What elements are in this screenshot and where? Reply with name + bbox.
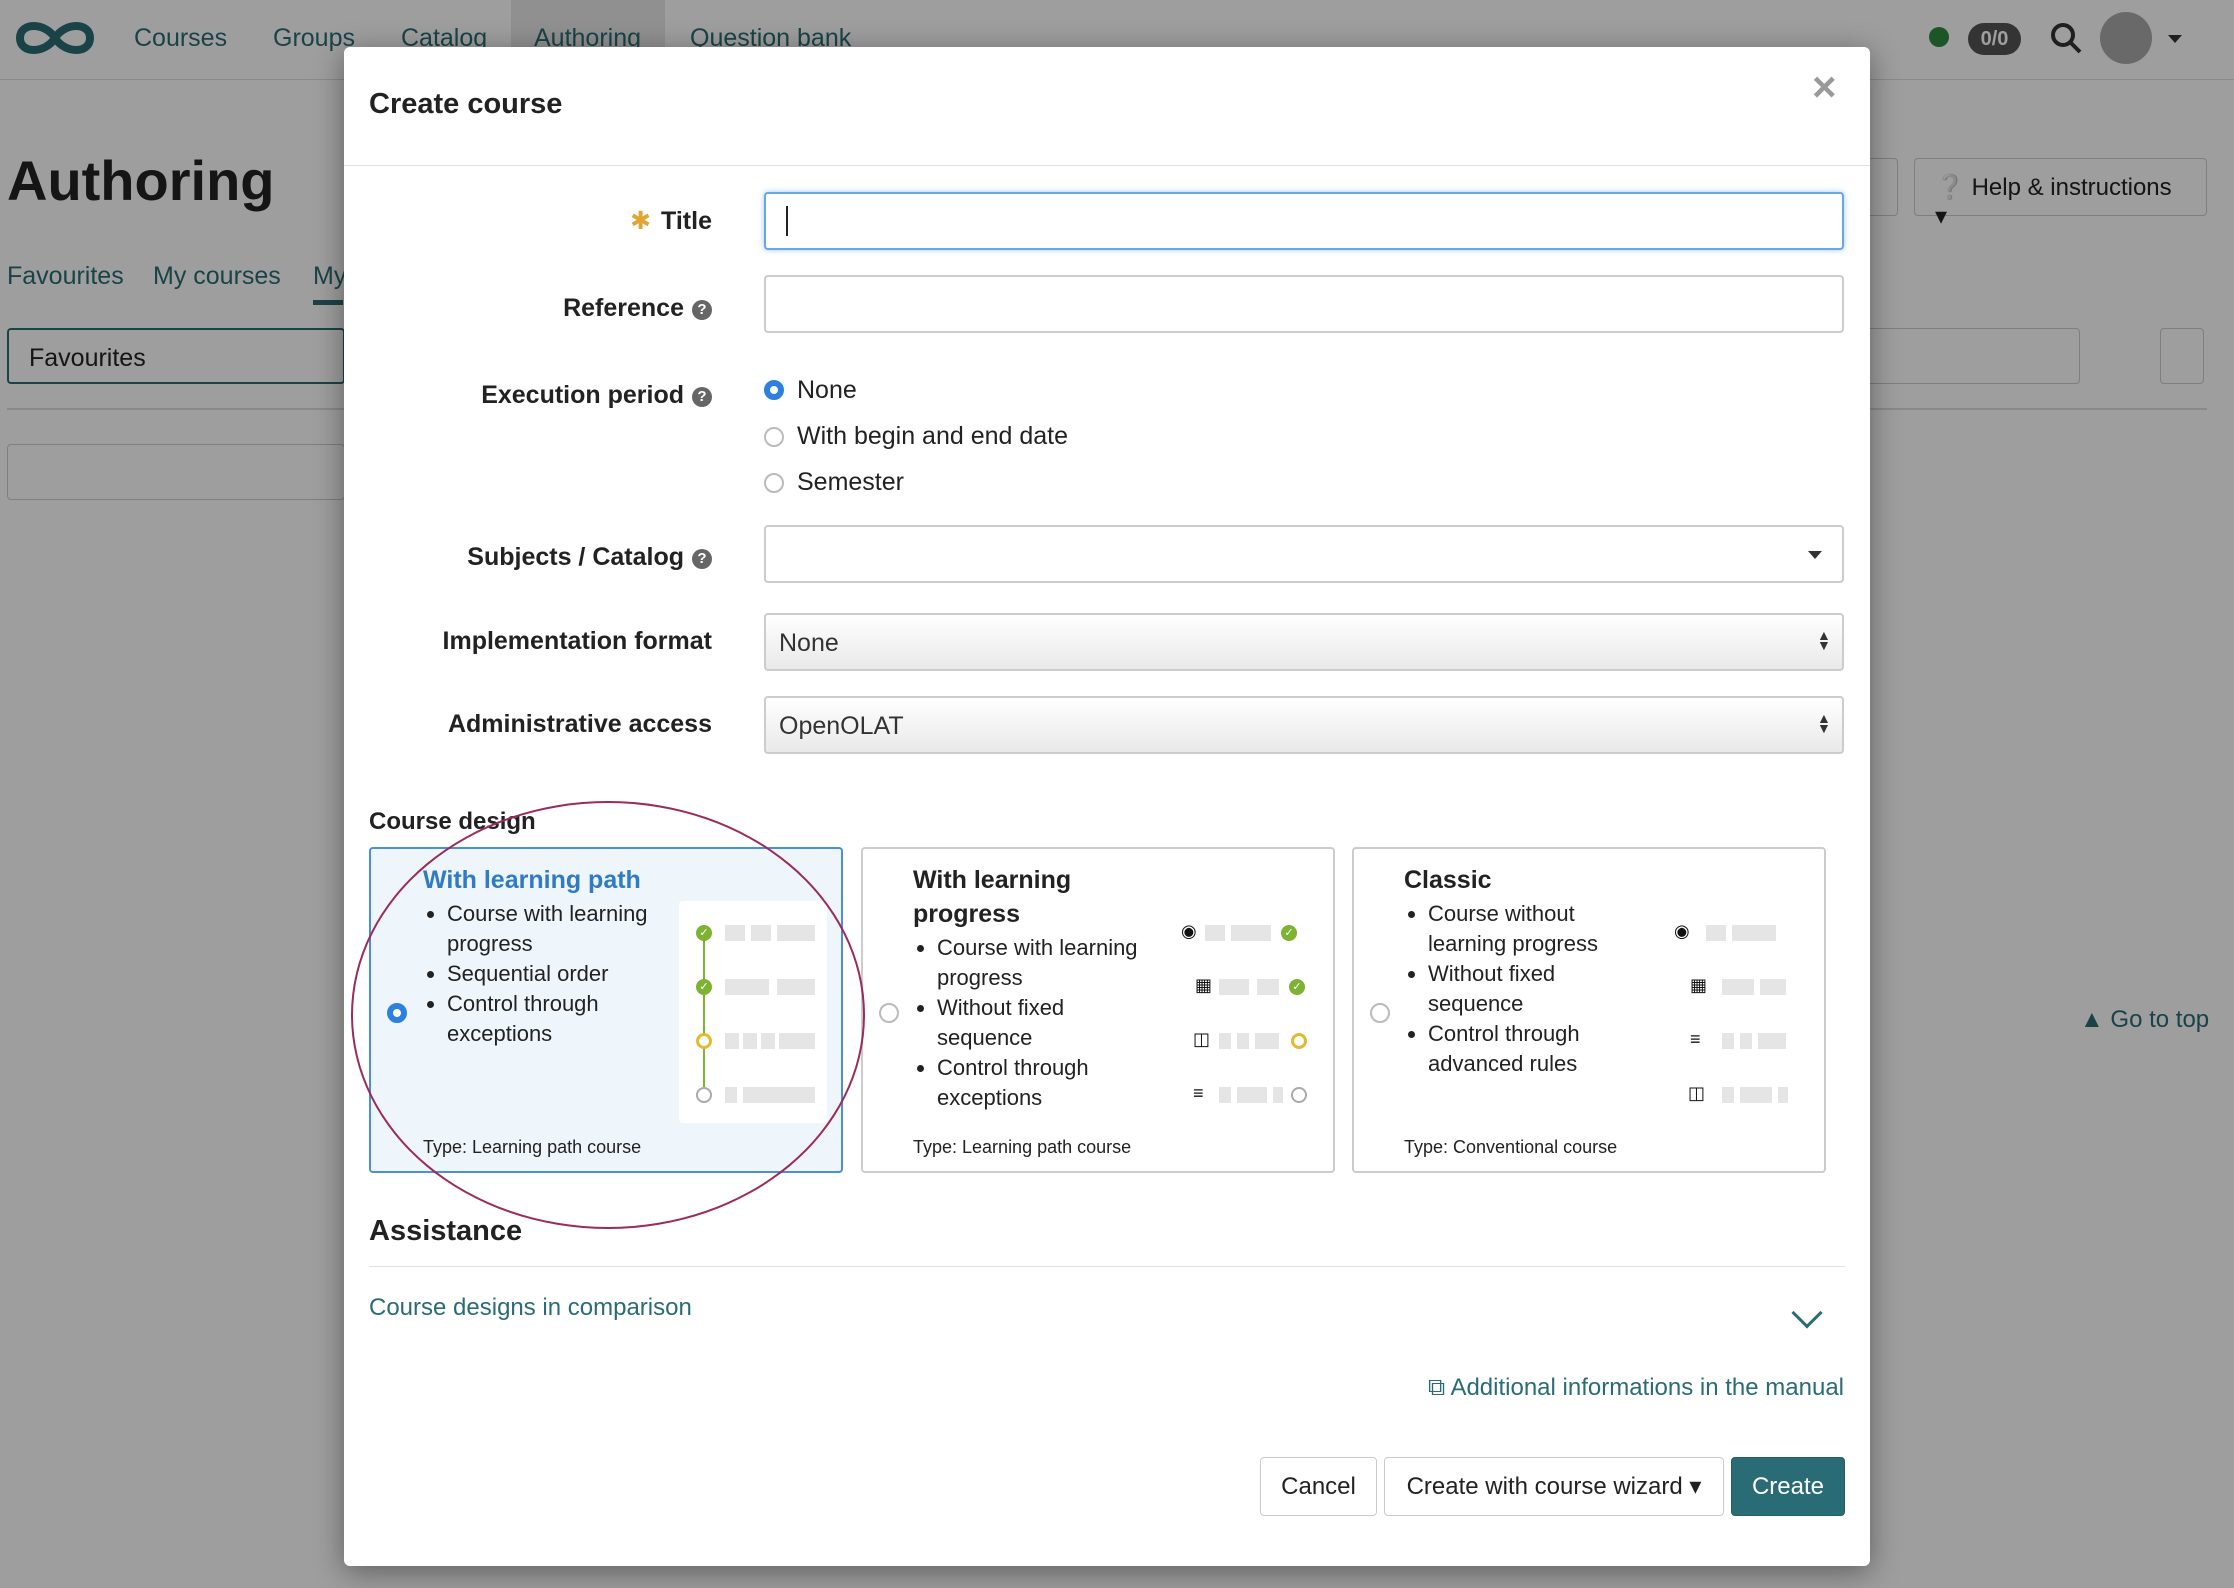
assistance-heading: Assistance	[369, 1215, 523, 1247]
required-asterisk-icon: ✱	[630, 207, 652, 235]
reference-label-text: Reference	[563, 294, 684, 322]
learning-progress-preview-image: ◉ ✓ ▦ ✓ ◫ ≡	[1169, 901, 1317, 1123]
text-caret	[786, 206, 788, 236]
execution-semester-radio[interactable]	[764, 473, 784, 493]
check-circle-icon: ✓	[1289, 979, 1305, 995]
check-circle-icon: ✓	[1281, 925, 1297, 941]
card-bullets: Course with learning progress Without fi…	[913, 933, 1163, 1113]
create-button[interactable]: Create	[1731, 1457, 1845, 1516]
close-icon[interactable]: ×	[1812, 66, 1837, 108]
edit-icon: ▦	[1690, 975, 1708, 995]
disabled-circle-icon	[1291, 1087, 1307, 1103]
manual-link-label: Additional informations in the manual	[1450, 1374, 1844, 1401]
subjects-label: Subjects / Catalog?	[467, 543, 712, 572]
classic-preview-image: ◉ ▦ ≡ ◫	[1660, 901, 1808, 1123]
list-item: Control through advanced rules	[1428, 1019, 1624, 1079]
list-item: Without fixed sequence	[1428, 959, 1624, 1019]
card-type: Type: Conventional course	[1404, 1137, 1618, 1157]
list-item: Control through exceptions	[937, 1053, 1163, 1113]
list-item: Course with learning progress	[937, 933, 1163, 993]
implementation-format-label: Implementation format	[442, 627, 712, 655]
list-item: Without fixed sequence	[937, 993, 1163, 1053]
cube-icon: ◉	[1181, 921, 1197, 941]
design-card-learning-progress[interactable]: With learning progress Course with learn…	[861, 847, 1335, 1173]
manual-link[interactable]: ⧉ Additional informations in the manual	[1412, 1374, 1844, 1402]
title-label: ✱ Title	[630, 206, 712, 236]
card-type: Type: Learning path course	[913, 1137, 1132, 1157]
execution-none-radio[interactable]	[764, 380, 784, 400]
highlight-circle	[351, 801, 865, 1229]
cancel-button[interactable]: Cancel	[1260, 1457, 1377, 1516]
implementation-select-value: None	[779, 629, 839, 657]
card-title: Classic	[1404, 866, 1492, 894]
help-icon[interactable]: ?	[692, 387, 712, 407]
design-card-classic[interactable]: Classic Course without learning progress…	[1352, 847, 1826, 1173]
implementation-format-select[interactable]: None	[764, 613, 1844, 671]
external-link-icon: ⧉	[1427, 1374, 1451, 1401]
card-title: With learning progress	[913, 866, 1072, 928]
subjects-label-text: Subjects / Catalog	[467, 543, 684, 571]
subjects-catalog-select[interactable]	[764, 525, 1844, 583]
caret-down-icon: ▾	[1689, 1473, 1702, 1500]
create-with-wizard-button[interactable]: Create with course wizard ▾	[1384, 1457, 1724, 1516]
execution-period-label: Execution period?	[481, 381, 712, 410]
wizard-button-label: Create with course wizard	[1406, 1473, 1683, 1500]
reference-input[interactable]	[764, 275, 1844, 333]
select-arrows-icon: ▲ ▼	[1817, 627, 1831, 653]
execution-none-label[interactable]: None	[797, 376, 857, 405]
design-classic-radio[interactable]	[1370, 1003, 1390, 1023]
sliders-icon: ≡	[1690, 1029, 1701, 1049]
edit-icon: ▦	[1195, 975, 1213, 995]
pending-circle-icon	[1291, 1033, 1307, 1049]
chevron-down-icon[interactable]	[1808, 551, 1822, 559]
help-icon[interactable]: ?	[692, 549, 712, 569]
divider	[369, 1266, 1845, 1267]
cube-icon: ◉	[1674, 921, 1690, 941]
card-bullets: Course without learning progress Without…	[1404, 899, 1624, 1079]
course-designs-comparison-link[interactable]: Course designs in comparison	[369, 1294, 692, 1322]
admin-select-value: OpenOLAT	[779, 712, 904, 740]
dialog-header-divider	[344, 165, 1870, 166]
title-label-text: Title	[661, 207, 712, 235]
execution-begin-end-label[interactable]: With begin and end date	[797, 422, 1068, 451]
help-icon[interactable]: ?	[692, 300, 712, 320]
title-input[interactable]	[764, 192, 1844, 250]
folder-icon: ◫	[1688, 1083, 1706, 1103]
sliders-icon: ≡	[1193, 1083, 1204, 1103]
dialog-title: Create course	[369, 88, 563, 120]
execution-period-label-text: Execution period	[481, 381, 684, 409]
design-learning-progress-radio[interactable]	[879, 1003, 899, 1023]
reference-label: Reference?	[563, 294, 712, 323]
select-arrows-icon: ▲ ▼	[1817, 710, 1831, 736]
folder-icon: ◫	[1193, 1029, 1211, 1049]
execution-begin-end-radio[interactable]	[764, 427, 784, 447]
execution-semester-label[interactable]: Semester	[797, 468, 904, 497]
list-item: Course without learning progress	[1428, 899, 1624, 959]
administrative-access-select[interactable]: OpenOLAT	[764, 696, 1844, 754]
administrative-access-label: Administrative access	[447, 710, 712, 738]
